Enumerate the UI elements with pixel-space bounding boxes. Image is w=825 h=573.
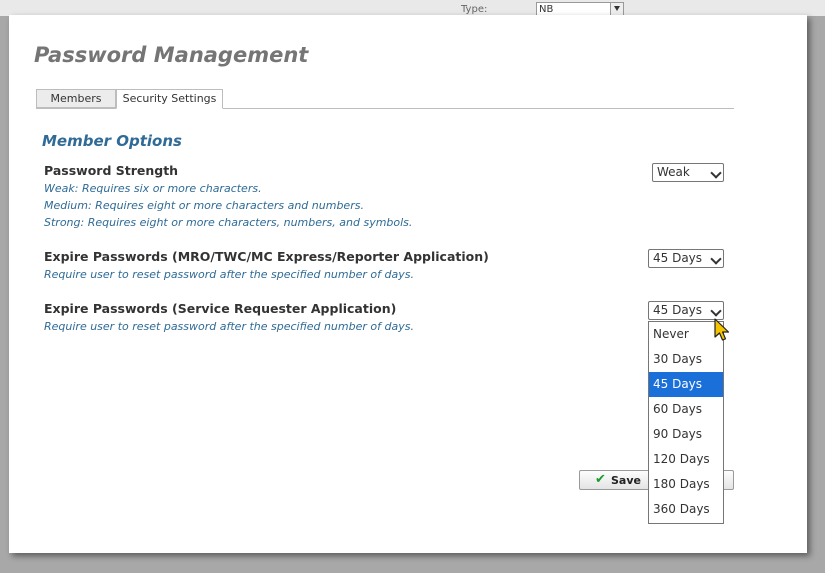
mouse-pointer-icon: [714, 318, 730, 341]
background-type-select[interactable]: NB: [536, 2, 624, 16]
background-type-label: Type:: [461, 4, 488, 15]
expire-sr-title: Expire Passwords (Service Requester Appl…: [44, 301, 397, 316]
password-strength-desc-strong: Strong: Requires eight or more character…: [44, 216, 413, 229]
chevron-down-icon: [610, 3, 623, 15]
expire-sr-dropdown-list: Never 30 Days 45 Days 60 Days 90 Days 12…: [648, 321, 724, 524]
dropdown-option-30-days[interactable]: 30 Days: [649, 347, 723, 372]
password-strength-select[interactable]: Weak: [652, 163, 724, 182]
expire-mro-value: 45 Days: [653, 251, 703, 265]
expire-mro-title: Expire Passwords (MRO/TWC/MC Express/Rep…: [44, 249, 489, 264]
background-type-value: NB: [539, 4, 554, 15]
password-strength-value: Weak: [657, 165, 690, 179]
expire-sr-desc: Require user to reset password after the…: [44, 320, 414, 333]
save-button-label: Save: [611, 474, 641, 487]
dropdown-option-45-days[interactable]: 45 Days: [649, 372, 723, 397]
expire-mro-desc: Require user to reset password after the…: [44, 268, 414, 281]
dropdown-option-never[interactable]: Never: [649, 322, 723, 347]
password-strength-desc-weak: Weak: Requires six or more characters.: [44, 182, 262, 195]
dropdown-option-60-days[interactable]: 60 Days: [649, 397, 723, 422]
dropdown-option-180-days[interactable]: 180 Days: [649, 472, 723, 497]
dropdown-option-90-days[interactable]: 90 Days: [649, 422, 723, 447]
expire-sr-value: 45 Days: [653, 303, 703, 317]
expire-sr-select[interactable]: 45 Days: [648, 301, 724, 320]
tab-security-settings[interactable]: Security Settings: [116, 89, 223, 109]
dropdown-option-120-days[interactable]: 120 Days: [649, 447, 723, 472]
page-title: Password Management: [34, 43, 309, 67]
password-strength-title: Password Strength: [44, 163, 179, 178]
background-app-strip: [0, 0, 825, 16]
expire-mro-select[interactable]: 45 Days: [648, 249, 724, 268]
password-management-dialog: Password Management Members Security Set…: [9, 15, 807, 553]
tab-members[interactable]: Members: [36, 89, 116, 108]
password-strength-desc-medium: Medium: Requires eight or more character…: [44, 199, 364, 212]
checkmark-icon: ✔: [595, 472, 606, 487]
section-title-member-options: Member Options: [42, 132, 182, 150]
dropdown-option-360-days[interactable]: 360 Days: [649, 497, 723, 522]
tab-bar: Members Security Settings: [36, 89, 734, 109]
